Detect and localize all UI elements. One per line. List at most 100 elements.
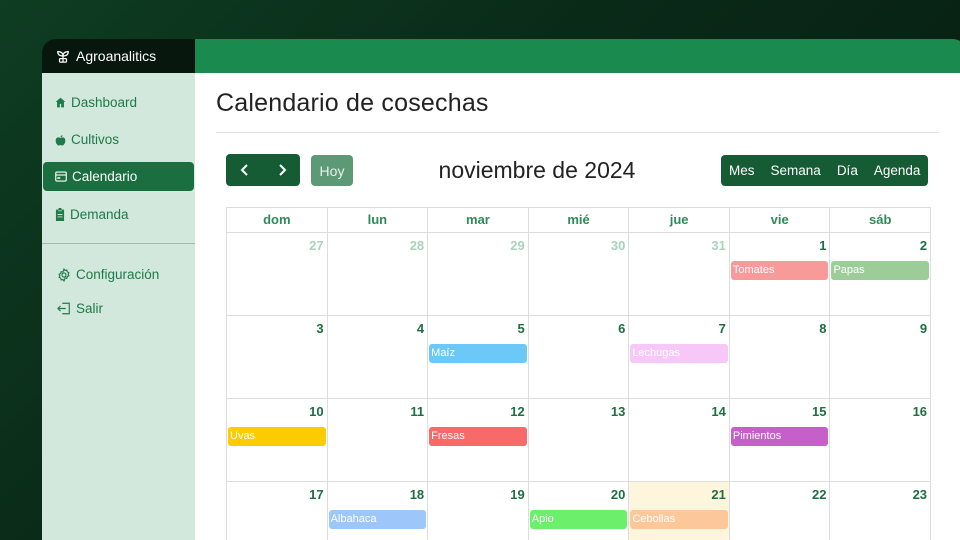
day-number[interactable]: 3 [316, 321, 323, 336]
app-brand[interactable]: Agroanalitics [42, 39, 195, 73]
day-number[interactable]: 15 [812, 404, 826, 419]
sidebar-item-label: Cultivos [71, 132, 120, 147]
weekday-label: mar [427, 208, 528, 232]
day-number[interactable]: 30 [611, 238, 625, 253]
calendar-day[interactable]: 29 [427, 233, 528, 315]
calendar-day[interactable]: 1 Tomates [728, 233, 830, 315]
calendar-day[interactable]: 30 [527, 233, 629, 315]
sidebar-item-cultivos[interactable]: Cultivos [43, 125, 194, 154]
day-number[interactable]: 16 [913, 404, 927, 419]
next-month-button[interactable] [263, 154, 300, 186]
calendar-event[interactable]: Pimientos [730, 427, 829, 446]
calendar-event[interactable]: Papas [831, 261, 930, 280]
sidebar: Dashboard Cultivos Calendario Demanda Co… [42, 73, 195, 540]
calendar-day[interactable]: 17 [227, 482, 327, 540]
calendar-day[interactable]: 2 Papas [829, 233, 930, 315]
day-number[interactable]: 5 [518, 321, 525, 336]
day-number[interactable]: 11 [410, 404, 424, 419]
sidebar-item-label: Demanda [70, 207, 129, 222]
main-content: Calendario de cosechas Hoy noviembre de … [195, 73, 960, 540]
calendar-day[interactable]: 13 [527, 399, 629, 481]
sidebar-item-demanda[interactable]: Demanda [43, 200, 194, 229]
calendar-day[interactable]: 14 [628, 399, 729, 481]
view-week-button[interactable]: Semana [762, 155, 829, 186]
calendar-event[interactable]: Fresas [429, 427, 527, 446]
weekday-label: dom [263, 212, 291, 227]
day-number[interactable]: 31 [711, 238, 725, 253]
calendar-day[interactable]: 12 Fresas [427, 399, 528, 481]
apple-icon [55, 134, 66, 145]
calendar-day[interactable]: 20 Apio [527, 482, 629, 540]
view-agenda-button[interactable]: Agenda [865, 155, 929, 186]
today-button[interactable]: Hoy [311, 155, 353, 186]
day-number[interactable]: 13 [611, 404, 625, 419]
calendar-day[interactable]: 6 [527, 316, 629, 398]
weekday-header: dom lun mar mié jue vie sáb [227, 208, 930, 233]
sidebar-item-label: Dashboard [71, 95, 138, 110]
calendar-day[interactable]: 23 [829, 482, 930, 540]
calendar-day[interactable]: 4 [326, 316, 428, 398]
weekday-label: vie [728, 208, 830, 232]
day-number[interactable]: 29 [510, 238, 524, 253]
page-title: Calendario de cosechas [216, 89, 489, 117]
day-number[interactable]: 27 [309, 238, 323, 253]
day-number[interactable]: 18 [410, 487, 424, 502]
calendar-day[interactable]: 18 Albahaca [326, 482, 428, 540]
calendar-day[interactable]: 22 [728, 482, 830, 540]
calendar-weeks: 27 28 29 30 31 1 Tomates 2 Papas 3 4 5 Maíz 6 7 Lechuga… [227, 233, 930, 540]
calendar-week: 3 4 5 Maíz 6 7 Lechugas 8 9 [227, 316, 930, 399]
day-number[interactable]: 19 [510, 487, 524, 502]
day-number[interactable]: 10 [309, 404, 323, 419]
calendar-event[interactable]: Apio [529, 510, 628, 529]
calendar-day-today[interactable]: 21 Cebollas [628, 482, 729, 540]
day-number[interactable]: 7 [719, 321, 726, 336]
calendar-day[interactable]: 15 Pimientos [728, 399, 830, 481]
prev-month-button[interactable] [226, 154, 263, 186]
logout-icon [57, 302, 70, 315]
view-month-button[interactable]: Mes [721, 155, 763, 186]
calendar-event[interactable]: Cebollas [630, 510, 728, 529]
day-number[interactable]: 4 [417, 321, 424, 336]
view-switcher: Mes Semana Día Agenda [721, 155, 929, 186]
day-number[interactable]: 8 [819, 321, 826, 336]
day-number[interactable]: 17 [309, 487, 323, 502]
calendar-day[interactable]: 19 [427, 482, 528, 540]
calendar-day[interactable]: 27 [227, 233, 327, 315]
sidebar-item-configuracion[interactable]: Configuración [43, 260, 194, 289]
calendar-day[interactable]: 5 Maíz [427, 316, 528, 398]
sidebar-item-salir[interactable]: Salir [43, 294, 194, 323]
sidebar-item-label: Configuración [76, 267, 160, 282]
calendar-week: 17 18 Albahaca 19 20 Apio 21 Cebollas 22 23 [227, 482, 930, 540]
calendar-event[interactable]: Albahaca [328, 510, 427, 529]
calendar-day[interactable]: 3 [227, 316, 327, 398]
sidebar-item-calendario[interactable]: Calendario [43, 162, 194, 191]
calendar-day[interactable]: 11 [326, 399, 428, 481]
calendar-day[interactable]: 8 [728, 316, 830, 398]
day-number[interactable]: 22 [812, 487, 826, 502]
calendar-event[interactable]: Uvas [228, 427, 326, 446]
month-nav [226, 154, 300, 186]
calendar-event[interactable]: Tomates [730, 261, 829, 280]
calendar-day[interactable]: 7 Lechugas [628, 316, 729, 398]
calendar-event[interactable]: Maíz [429, 344, 527, 363]
top-bar [195, 39, 960, 73]
day-number[interactable]: 2 [920, 238, 927, 253]
view-day-button[interactable]: Día [828, 155, 866, 186]
day-number[interactable]: 21 [711, 487, 725, 502]
day-number[interactable]: 12 [510, 404, 524, 419]
calendar-day[interactable]: 31 [628, 233, 729, 315]
day-number[interactable]: 14 [711, 404, 725, 419]
day-number[interactable]: 1 [819, 238, 826, 253]
calendar-day[interactable]: 16 [829, 399, 930, 481]
calendar-day[interactable]: 9 [829, 316, 930, 398]
day-number[interactable]: 23 [913, 487, 927, 502]
day-number[interactable]: 28 [410, 238, 424, 253]
sidebar-item-label: Salir [76, 301, 104, 316]
calendar-event[interactable]: Lechugas [630, 344, 728, 363]
day-number[interactable]: 6 [618, 321, 625, 336]
calendar-day[interactable]: 28 [326, 233, 428, 315]
day-number[interactable]: 9 [920, 321, 927, 336]
calendar-day[interactable]: 10 Uvas [227, 399, 327, 481]
sidebar-item-dashboard[interactable]: Dashboard [43, 88, 194, 117]
day-number[interactable]: 20 [611, 487, 625, 502]
